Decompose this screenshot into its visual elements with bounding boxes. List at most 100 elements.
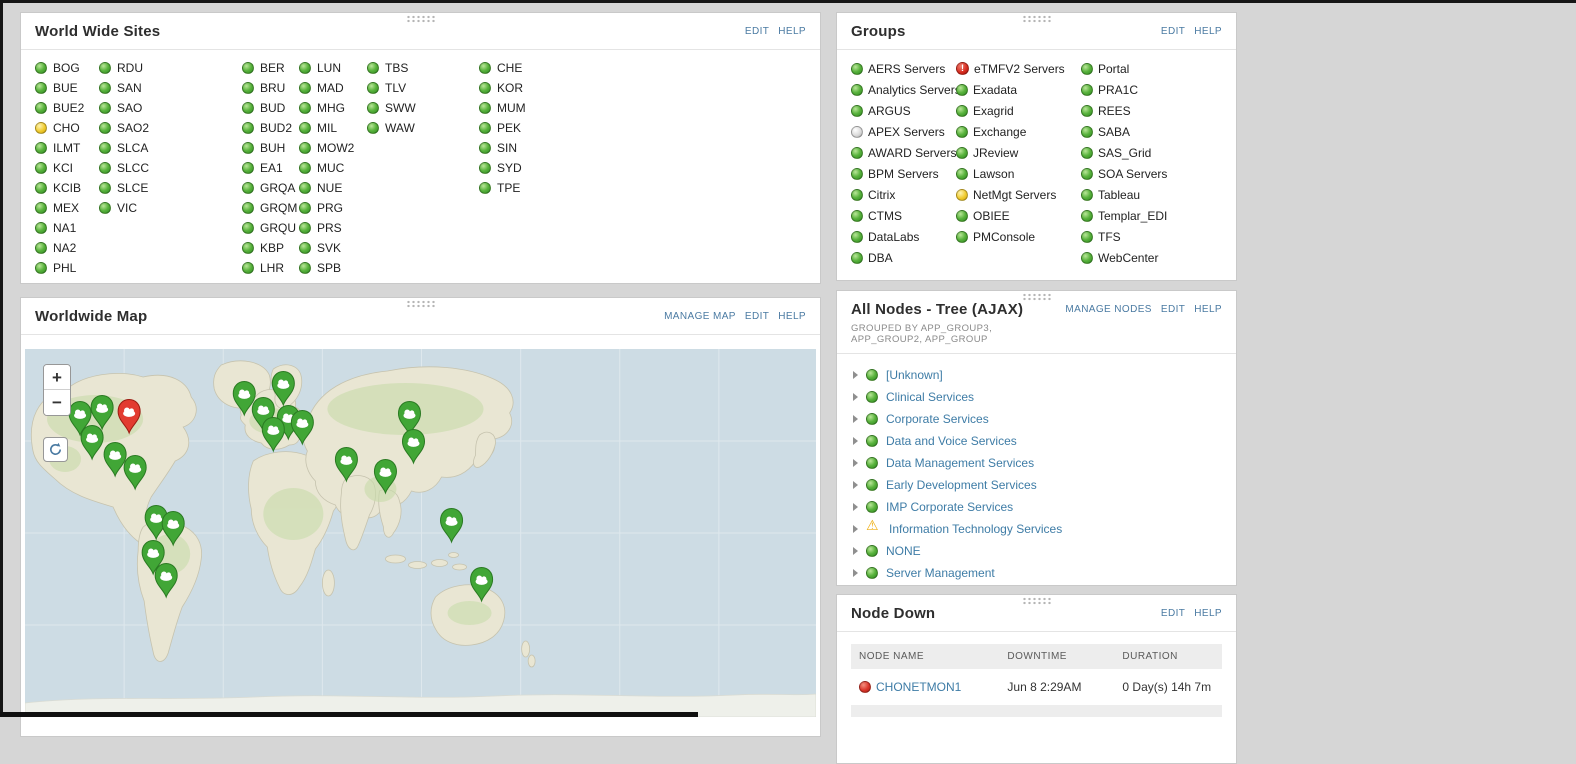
tree-item[interactable]: Early Development Services	[853, 474, 1226, 496]
site-item[interactable]: CHE	[479, 58, 806, 78]
group-item[interactable]: Portal	[1081, 58, 1226, 79]
drag-handle-icon[interactable]	[405, 300, 436, 308]
site-item[interactable]: SLCC	[99, 158, 242, 178]
tree-item-label[interactable]: Information Technology Services	[889, 522, 1062, 536]
site-item[interactable]: GRQU	[242, 218, 299, 238]
tree-item[interactable]: [Unknown]	[853, 364, 1226, 386]
zoom-in-button[interactable]: +	[44, 365, 70, 390]
tree-item[interactable]: Information Technology Services	[853, 518, 1226, 540]
tree-item[interactable]: Server Management	[853, 562, 1226, 584]
group-item[interactable]: Templar_EDI	[1081, 205, 1226, 226]
group-item[interactable]: ARGUS	[851, 100, 956, 121]
tree-item-label[interactable]: Server Management	[886, 566, 995, 580]
site-item[interactable]: PHL	[35, 258, 99, 278]
site-item[interactable]: LUN	[299, 58, 367, 78]
site-item[interactable]: SAO2	[99, 118, 242, 138]
site-item[interactable]: LHR	[242, 258, 299, 278]
manage-map-link[interactable]: MANAGE MAP	[664, 311, 736, 322]
manage-nodes-link[interactable]: MANAGE NODES	[1065, 304, 1151, 315]
group-item[interactable]: BPM Servers	[851, 163, 956, 184]
tree-item[interactable]: NONE	[853, 540, 1226, 562]
tree-item-label[interactable]: [Unknown]	[886, 368, 943, 382]
drag-handle-icon[interactable]	[1021, 15, 1052, 23]
group-item[interactable]: AERS Servers	[851, 58, 956, 79]
help-link[interactable]: HELP	[1194, 304, 1222, 315]
zoom-out-button[interactable]: −	[44, 390, 70, 415]
edit-link[interactable]: EDIT	[1161, 304, 1185, 315]
site-item[interactable]: BRU	[242, 78, 299, 98]
site-item[interactable]: SWW	[367, 98, 479, 118]
group-item[interactable]: APEX Servers	[851, 121, 956, 142]
group-item[interactable]: WebCenter	[1081, 247, 1226, 268]
group-item[interactable]: Citrix	[851, 184, 956, 205]
site-item[interactable]: TLV	[367, 78, 479, 98]
site-item[interactable]: EA1	[242, 158, 299, 178]
site-item[interactable]: PRS	[299, 218, 367, 238]
tree-item-label[interactable]: Corporate Services	[886, 412, 989, 426]
edit-link[interactable]: EDIT	[1161, 26, 1185, 37]
expand-arrow-icon[interactable]	[853, 415, 858, 423]
site-item[interactable]: ILMT	[35, 138, 99, 158]
group-item[interactable]: AWARD Servers	[851, 142, 956, 163]
site-item[interactable]: PEK	[479, 118, 806, 138]
site-item[interactable]: BUH	[242, 138, 299, 158]
site-item[interactable]: SAO	[99, 98, 242, 118]
help-link[interactable]: HELP	[778, 26, 806, 37]
group-item[interactable]: Exchange	[956, 121, 1081, 142]
group-item[interactable]: SOA Servers	[1081, 163, 1226, 184]
site-item[interactable]: SVK	[299, 238, 367, 258]
site-item[interactable]: VIC	[99, 198, 242, 218]
group-item[interactable]: PMConsole	[956, 226, 1081, 247]
expand-arrow-icon[interactable]	[853, 547, 858, 555]
group-item[interactable]: JReview	[956, 142, 1081, 163]
group-item[interactable]: DBA	[851, 247, 956, 268]
expand-arrow-icon[interactable]	[853, 371, 858, 379]
edit-link[interactable]: EDIT	[745, 26, 769, 37]
help-link[interactable]: HELP	[1194, 26, 1222, 37]
tree-item[interactable]: Data and Voice Services	[853, 430, 1226, 452]
group-item[interactable]: eTMFV2 Servers	[956, 58, 1081, 79]
expand-arrow-icon[interactable]	[853, 569, 858, 577]
group-item[interactable]: Lawson	[956, 163, 1081, 184]
site-item[interactable]: SIN	[479, 138, 806, 158]
group-item[interactable]: Analytics Servers	[851, 79, 961, 100]
site-item[interactable]: MIL	[299, 118, 367, 138]
site-item[interactable]: KCI	[35, 158, 99, 178]
site-item[interactable]: KOR	[479, 78, 806, 98]
site-item[interactable]: BUE	[35, 78, 99, 98]
site-item[interactable]: PRG	[299, 198, 367, 218]
group-item[interactable]: Tableau	[1081, 184, 1226, 205]
group-item[interactable]: OBIEE	[956, 205, 1081, 226]
site-item[interactable]: NA1	[35, 218, 99, 238]
site-item[interactable]: CHO	[35, 118, 99, 138]
tree-item[interactable]: Data Management Services	[853, 452, 1226, 474]
group-item[interactable]: REES	[1081, 100, 1226, 121]
site-item[interactable]: SLCA	[99, 138, 242, 158]
expand-arrow-icon[interactable]	[853, 437, 858, 445]
drag-handle-icon[interactable]	[1021, 597, 1052, 605]
expand-arrow-icon[interactable]	[853, 525, 858, 533]
edit-link[interactable]: EDIT	[745, 311, 769, 322]
site-item[interactable]: BOG	[35, 58, 99, 78]
tree-item-label[interactable]: NONE	[886, 544, 921, 558]
site-item[interactable]: SPB	[299, 258, 367, 278]
site-item[interactable]: TBS	[367, 58, 479, 78]
help-link[interactable]: HELP	[778, 311, 806, 322]
site-item[interactable]: MOW2	[299, 138, 367, 158]
site-item[interactable]: SAN	[99, 78, 242, 98]
group-item[interactable]: DataLabs	[851, 226, 956, 247]
site-item[interactable]: GRQM	[242, 198, 299, 218]
site-item[interactable]: GRQA	[242, 178, 299, 198]
site-item[interactable]: MUC	[299, 158, 367, 178]
site-item[interactable]: TPE	[479, 178, 806, 198]
site-item[interactable]: NA2	[35, 238, 99, 258]
map-reset-button[interactable]	[43, 437, 68, 462]
expand-arrow-icon[interactable]	[853, 393, 858, 401]
site-item[interactable]: MHG	[299, 98, 367, 118]
group-item[interactable]: Exagrid	[956, 100, 1081, 121]
site-item[interactable]: RDU	[99, 58, 242, 78]
site-item[interactable]: BER	[242, 58, 299, 78]
site-item[interactable]: SLCE	[99, 178, 242, 198]
site-item[interactable]: WAW	[367, 118, 479, 138]
expand-arrow-icon[interactable]	[853, 459, 858, 467]
